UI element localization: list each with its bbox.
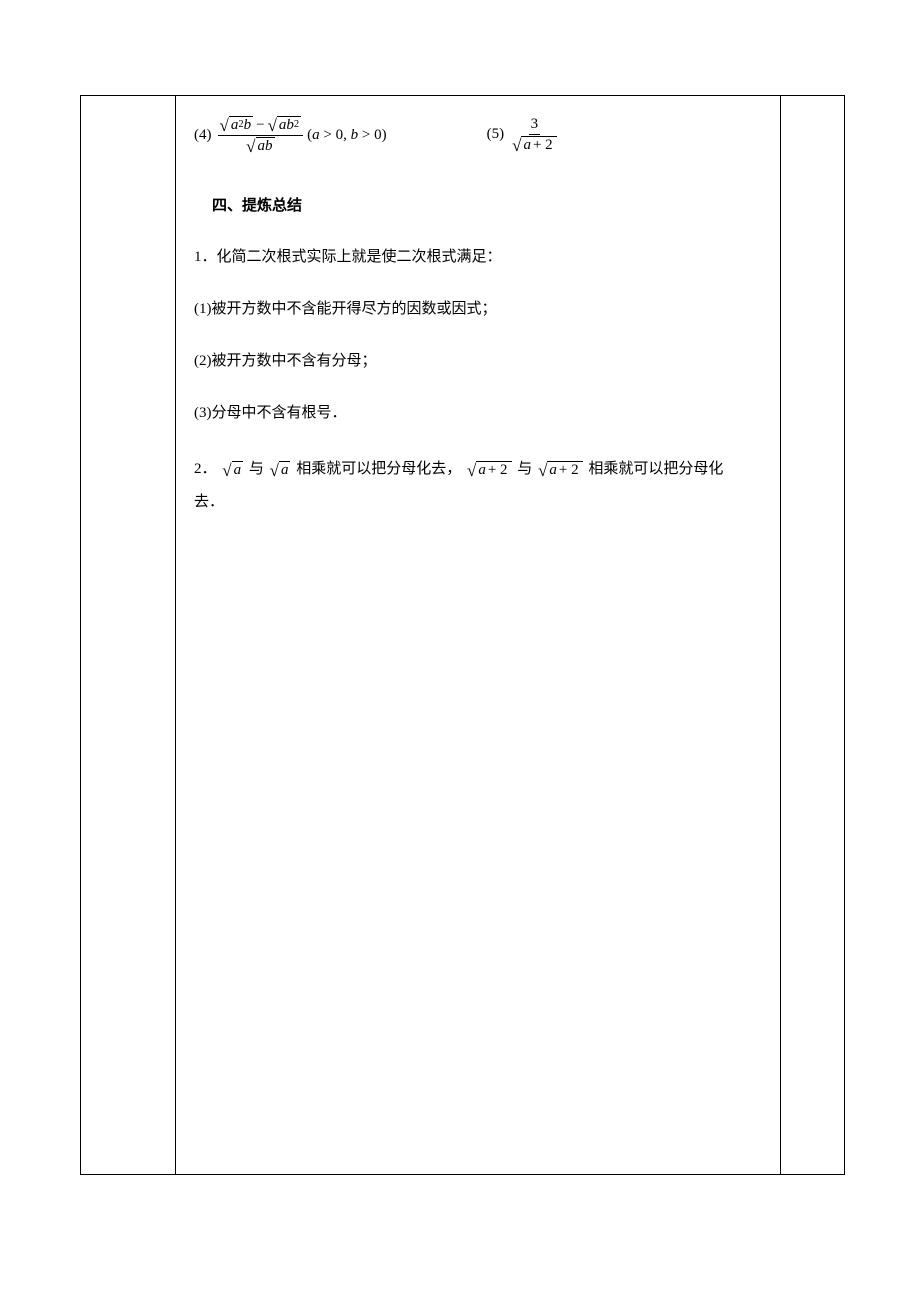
- summary-2-prefix: 2．: [194, 461, 217, 477]
- summary-2: 2． √ a 与 √ a 相乘就可以把分母化去， √ a+ 2 与 √: [194, 453, 762, 519]
- sqrt-icon: √ ab2: [268, 116, 302, 134]
- sqrt-icon: √ a2b: [220, 116, 254, 134]
- summary-1-item-1: (1)被开方数中不含能开得尽方的因数或因式；: [194, 297, 762, 321]
- summary-1-item-3: (3)分母中不含有根号．: [194, 401, 762, 425]
- sqrt-icon: √ a: [222, 461, 243, 479]
- problem-4-numerator: √ a2b − √ ab2: [218, 116, 304, 136]
- problem-5: (5) 3 √ a+ 2: [487, 116, 559, 153]
- sqrt-icon: √ a: [270, 461, 291, 479]
- sqrt-icon: √ a+ 2: [512, 136, 557, 154]
- problem-4: (4) √ a2b − √: [194, 116, 387, 154]
- problem-4-denominator: √ ab: [244, 136, 276, 155]
- summary-2-tail: 去．: [194, 494, 224, 510]
- problems-row: (4) √ a2b − √: [194, 116, 762, 154]
- right-margin-cell: [781, 96, 845, 1175]
- sqrt-icon: √ a+ 2: [467, 461, 512, 479]
- problem-5-denominator: √ a+ 2: [510, 135, 559, 154]
- problem-5-label: (5): [487, 126, 505, 143]
- problem-4-condition: (a > 0, b > 0): [307, 127, 386, 144]
- section-heading: 四、提炼总结: [212, 194, 762, 215]
- document-frame: (4) √ a2b − √: [80, 95, 845, 1175]
- problem-5-numerator: 3: [529, 116, 541, 135]
- problem-4-label: (4): [194, 127, 212, 144]
- sqrt-icon: √ ab: [246, 137, 274, 155]
- summary-1-item-2: (2)被开方数中不含有分母；: [194, 349, 762, 373]
- sqrt-icon: √ a+ 2: [538, 461, 583, 479]
- problem-5-fraction: 3 √ a+ 2: [510, 116, 559, 153]
- problem-4-fraction: √ a2b − √ ab2: [218, 116, 304, 154]
- summary-1-intro: 1．化简二次根式实际上就是使二次根式满足：: [194, 245, 762, 269]
- left-margin-cell: [81, 96, 176, 1175]
- content-cell: (4) √ a2b − √: [176, 96, 781, 1175]
- minus-icon: −: [256, 117, 264, 134]
